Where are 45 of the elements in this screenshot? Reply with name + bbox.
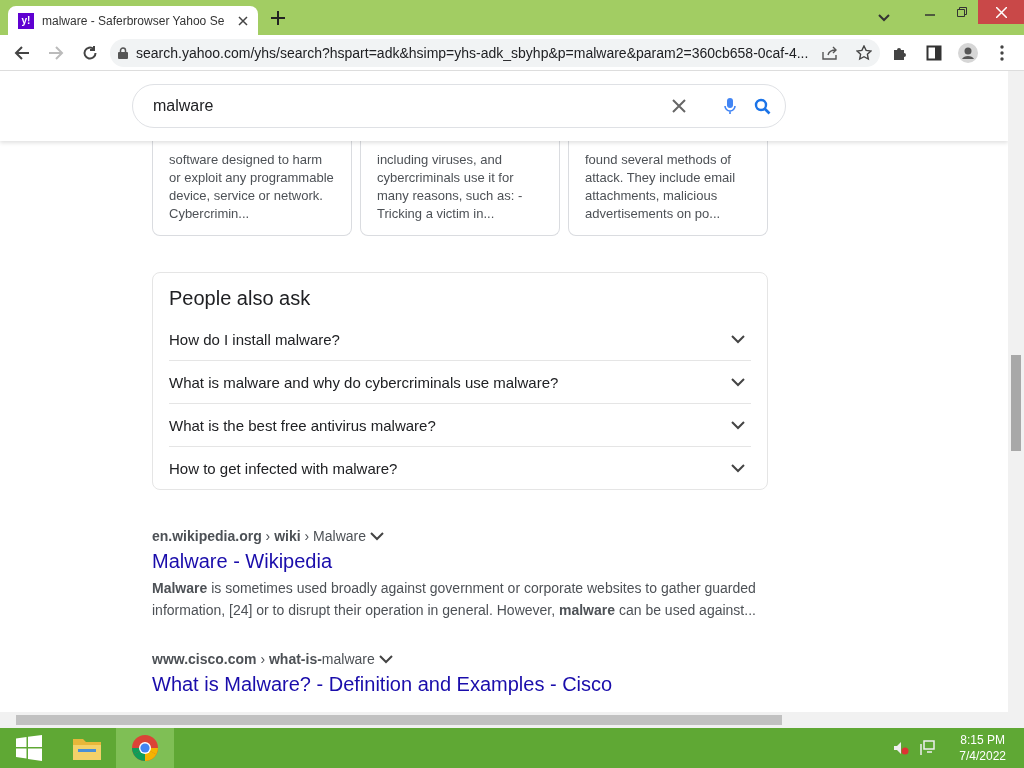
restore-icon[interactable] bbox=[957, 7, 967, 17]
chevron-icon bbox=[731, 463, 745, 473]
caret-icon bbox=[378, 654, 393, 664]
url-text: search.yahoo.com/yhs/search?hspart=adk&hsimp=yhs-adk_sbyhp&p=malware&param2=360cb658-0caf-4... bbox=[136, 44, 810, 61]
search-icon[interactable] bbox=[754, 97, 771, 115]
vertical-scrollbar[interactable] bbox=[1008, 71, 1024, 712]
result-snippet: Malware is sometimes used broadly against government or corporate websites to gather guarded information, [24] or to disrupt their operation in general. However, malware can be used against... bbox=[152, 579, 757, 620]
card-text: found several methods of attack. They include email attachments, malicious advertisements on po... bbox=[585, 151, 737, 223]
result-card[interactable]: including viruses, and cybercriminals use it for many reasons, such as: - Tricking a victim in... bbox=[360, 141, 560, 236]
site-favicon: y! bbox=[18, 12, 34, 29]
result-card[interactable]: found several methods of attack. They include email attachments, malicious advertisements on po... bbox=[568, 141, 768, 236]
share-icon[interactable] bbox=[822, 45, 838, 60]
horizontal-scrollbar[interactable] bbox=[0, 712, 1024, 728]
chevron-icon bbox=[731, 334, 745, 344]
chrome-icon[interactable] bbox=[116, 728, 174, 768]
back-icon[interactable] bbox=[14, 44, 30, 61]
star-icon[interactable] bbox=[856, 44, 872, 61]
plus-icon[interactable] bbox=[271, 11, 285, 25]
result-breadcrumb: www.cisco.com › what-is-malware bbox=[152, 651, 375, 667]
speaker-muted-icon[interactable] bbox=[893, 741, 910, 755]
section-title: People also ask bbox=[169, 287, 312, 310]
tab-title: malware - Saferbrowser Yahoo Se bbox=[42, 13, 226, 28]
result-card[interactable]: software designed to harm or exploit any programmable device, service or network. Cybercrimin... bbox=[152, 141, 352, 236]
close-button[interactable] bbox=[978, 0, 1024, 24]
chevron-icon bbox=[731, 377, 745, 387]
question-item[interactable]: What is the best free antivirus malware? bbox=[169, 404, 751, 447]
close-icon[interactable] bbox=[238, 15, 248, 26]
card-text: including viruses, and cybercriminals use it for many reasons, such as: - Tricking a victim in... bbox=[377, 151, 524, 223]
address-bar[interactable]: search.yahoo.com/yhs/search?hspart=adk&hsimp=yhs-adk_sbyhp&p=malware&param2=360cb658-0caf-4... bbox=[110, 38, 880, 67]
question-item[interactable]: What is malware and why do cybercriminals use malware? bbox=[169, 361, 751, 404]
windows-logo-icon[interactable] bbox=[16, 735, 42, 761]
result-breadcrumb: en.wikipedia.org › wiki › Malware bbox=[152, 528, 366, 544]
microphone-icon[interactable] bbox=[724, 97, 736, 115]
lock-icon bbox=[118, 46, 128, 59]
result-title-link[interactable]: What is Malware? - Definition and Examples - Cisco bbox=[152, 673, 768, 696]
card-text: software designed to harm or exploit any programmable device, service or network. Cybercrimin... bbox=[169, 151, 335, 223]
result-title-link[interactable]: Malware - Wikipedia bbox=[152, 550, 768, 573]
question-item[interactable]: How do I install malware? bbox=[169, 318, 751, 361]
chevron-icon bbox=[731, 420, 745, 430]
caret-icon bbox=[370, 531, 384, 541]
clear-icon[interactable] bbox=[672, 99, 686, 113]
question-item[interactable]: How to get infected with malware? bbox=[169, 447, 751, 489]
browser-tab[interactable]: y! malware - Saferbrowser Yahoo Se bbox=[8, 6, 258, 35]
reload-icon[interactable] bbox=[82, 44, 98, 61]
chevron-down-icon[interactable] bbox=[878, 14, 890, 22]
